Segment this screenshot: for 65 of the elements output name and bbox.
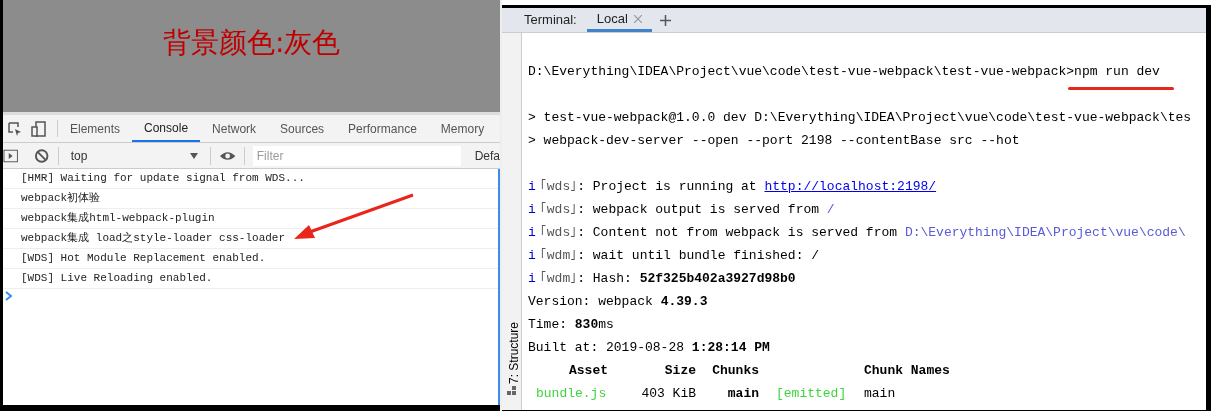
devtools-tab[interactable]: Elements — [58, 115, 133, 142]
terminal-text: 830 — [574, 316, 599, 334]
console-message: [HMR] Waiting for update signal from WDS... — [21, 171, 305, 187]
terminal-text: ｢wds｣ — [539, 178, 578, 196]
terminal-text: ｢wds｣ — [539, 201, 578, 219]
terminal-text: : wait until bundle finished: / — [577, 247, 820, 265]
inspect-icon[interactable] — [7, 120, 23, 137]
terminal-text: 4.39.3 — [660, 293, 708, 311]
device-icon[interactable] — [31, 120, 47, 137]
devtools-tab[interactable]: Performance — [336, 115, 429, 142]
clear-icon[interactable] — [34, 147, 50, 164]
table-cell-text: main — [726, 385, 759, 403]
terminal-text: / — [826, 201, 835, 219]
console-message: webpack初体验 — [21, 191, 101, 207]
table-cell-text: main — [864, 385, 896, 403]
terminal-text: > test-vue-webpack@1.0.0 dev D:\Everything\IDEA\Project\vue\code\test-vue-webpack\tes — [528, 109, 1192, 127]
terminal-text: D:\Everything\IDEA\Project\vue\code\ — [904, 224, 1186, 242]
add-icon[interactable] — [659, 14, 671, 26]
terminal-text: i — [528, 247, 536, 265]
devtools-tab[interactable]: Memory — [428, 115, 497, 142]
prompt-icon[interactable] — [5, 291, 13, 301]
terminal-text: ｢wds｣ — [539, 224, 578, 242]
structure-tab[interactable]: 7: Structure — [505, 313, 523, 393]
terminal-text: npm run dev — [1074, 64, 1160, 79]
terminal-text: Time: — [528, 316, 568, 334]
terminal-text: i — [528, 224, 536, 242]
filter-field[interactable]: Filter — [252, 145, 461, 166]
console-message: webpack集成html-webpack-plugin — [21, 211, 215, 227]
terminal-text: Version: webpack — [528, 293, 654, 311]
column-header: Size — [663, 362, 696, 380]
devtools-tab[interactable]: Network — [200, 115, 269, 142]
table-cell-text: 403 KiB — [640, 385, 696, 403]
terminal-text: : Project is running at — [577, 178, 758, 196]
terminal-text: i — [528, 178, 536, 196]
console-message: [WDS] Live Reloading enabled. — [21, 271, 213, 287]
structure-icon — [506, 386, 517, 396]
terminal-text: : webpack output is served from — [577, 201, 821, 219]
terminal-text: i — [528, 201, 536, 219]
url-link[interactable]: http://localhost:2198/ — [764, 175, 937, 198]
caret-icon — [189, 152, 198, 159]
terminal-text: i — [528, 270, 536, 288]
terminal-text: 52f325b402a3927d98b0 — [639, 270, 796, 288]
levels-dropdown[interactable]: Defa — [474, 146, 500, 165]
column-header: Chunk Names — [864, 362, 950, 380]
table-cell-text: [emitted] — [775, 385, 848, 403]
column-header: Chunks — [711, 362, 759, 380]
terminal-text: D:\Everything\IDEA\Project\vue\code\test-vue-webpack\test-vue-webpack> — [528, 63, 1075, 81]
terminal-text: ms — [598, 316, 614, 334]
terminal-text: > webpack-dev-server --open --port 2198 --contentBase src --hot — [528, 132, 1020, 150]
eye-icon[interactable] — [218, 149, 236, 162]
sidebar-toggle-icon[interactable] — [3, 148, 19, 163]
page-heading: 背景颜色:灰色 — [163, 25, 341, 61]
terminal-text: : Hash: — [577, 270, 633, 288]
terminal-text: ｢wdm｣ — [539, 270, 578, 288]
terminal-text: 1:28:14 PM — [691, 339, 770, 357]
terminal-text: : Content not from webpack is served from — [577, 224, 899, 242]
console-message: webpack集成 load之style-loader css-loader — [21, 231, 286, 247]
terminal-text: ｢wdm｣ — [539, 247, 578, 265]
terminal-text: Built at: 2019-08-28 — [528, 339, 686, 357]
console-message: [WDS] Hot Module Replacement enabled. — [21, 251, 266, 267]
table-cell-text: bundle.js — [535, 385, 608, 403]
context-dropdown[interactable]: top — [66, 145, 202, 166]
terminal-label: Terminal: — [524, 11, 578, 30]
devtools-tab[interactable]: Sources — [268, 115, 337, 142]
column-header: Asset — [568, 362, 608, 380]
